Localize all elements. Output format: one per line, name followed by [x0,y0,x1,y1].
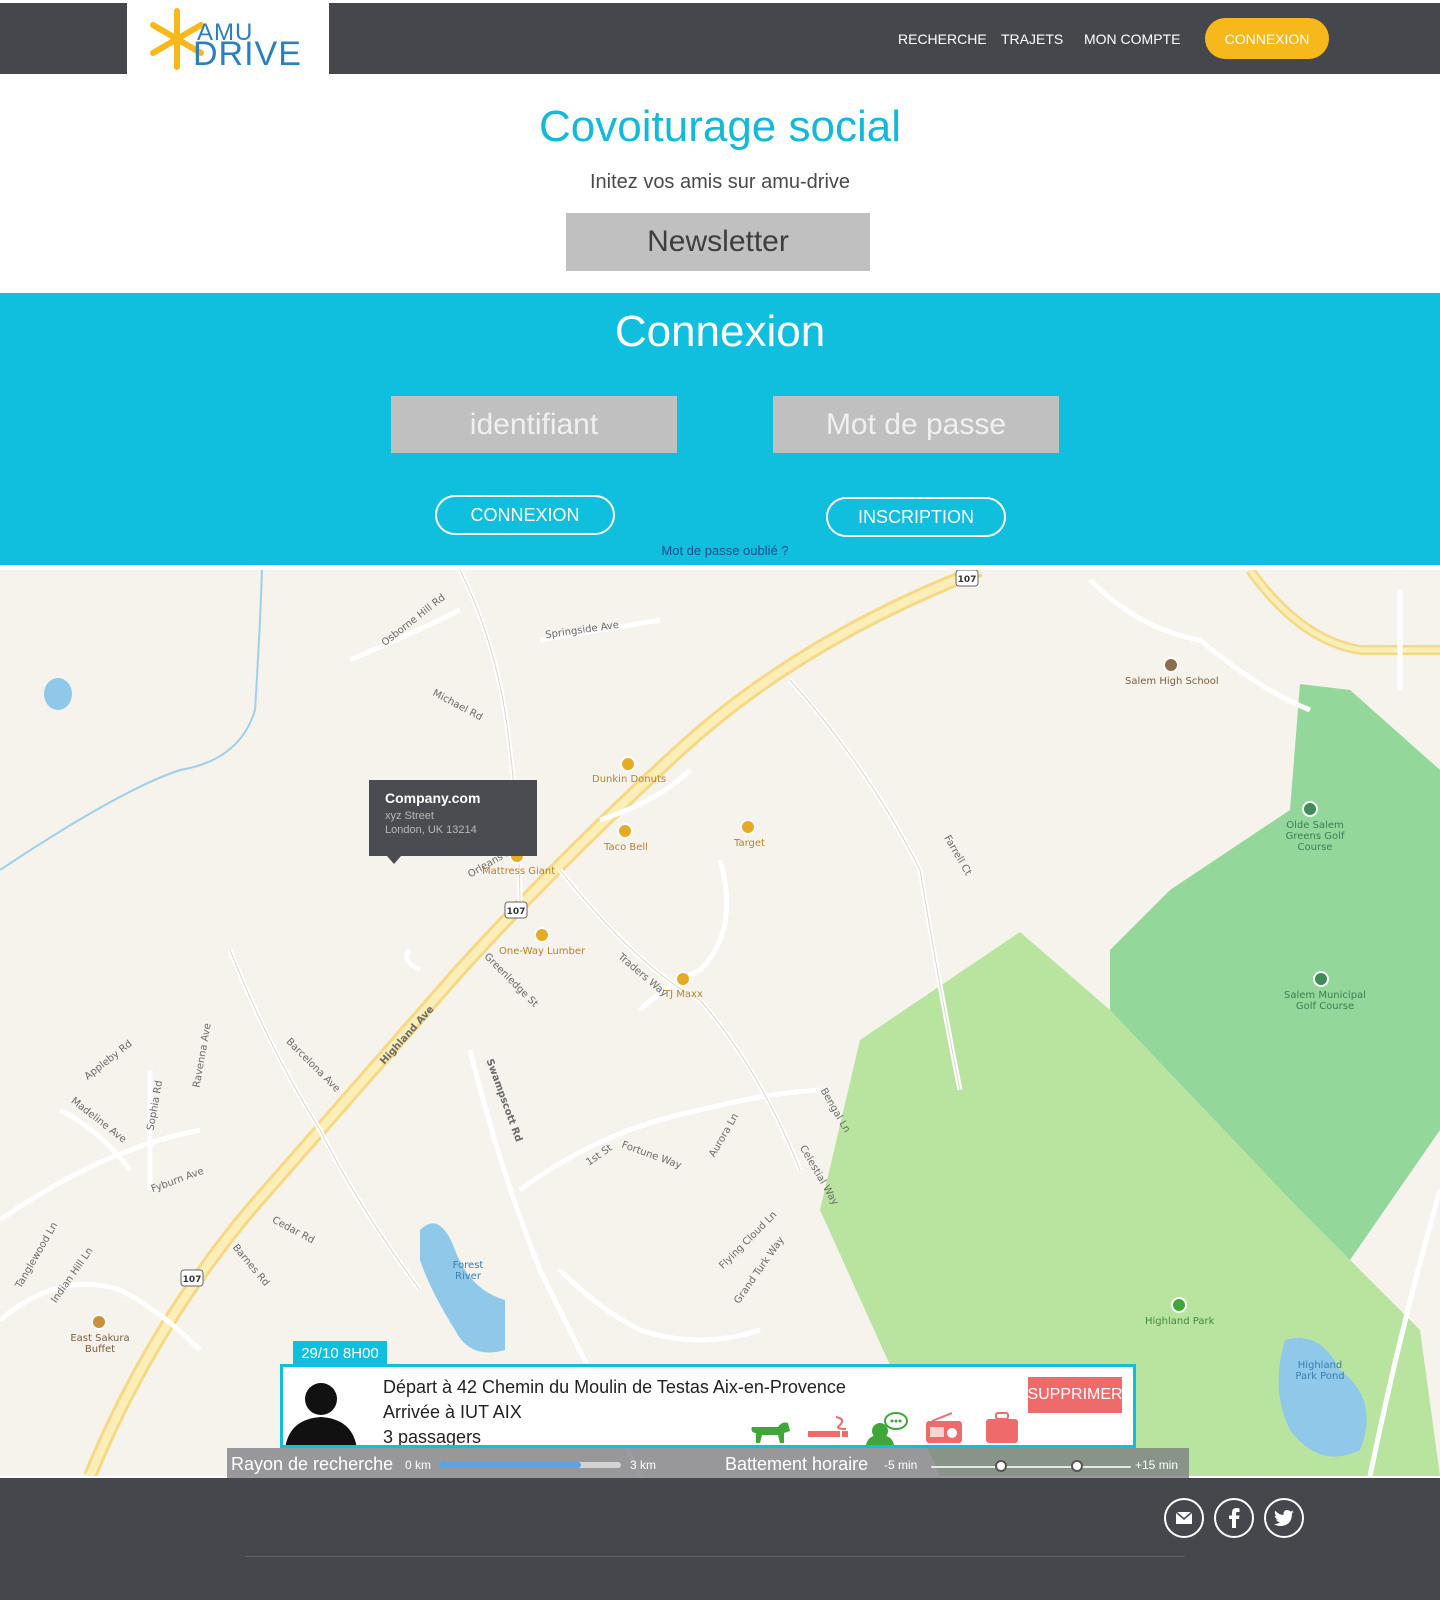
ride-date-badge: 29/10 8H00 [293,1341,387,1365]
nav-mon-compte[interactable]: MON COMPTE [1084,31,1180,47]
poi-label: Target [734,838,765,849]
shop-icon[interactable] [534,927,550,943]
radius-label: Rayon de recherche [231,1454,394,1474]
park-icon[interactable] [1171,1297,1187,1313]
ride-departure: Départ à 42 Chemin du Moulin de Testas A… [383,1377,846,1397]
identifier-field[interactable]: identifiant [391,396,677,453]
nav-connexion-button[interactable]: CONNEXION [1205,18,1329,59]
svg-text:107: 107 [183,1275,202,1285]
radius-slider-fill [439,1462,581,1468]
map[interactable]: 107 107 107 Highland Ave Swampscott Rd G… [0,570,1440,1476]
poi-label: One-Way Lumber [499,946,586,957]
twitter-icon[interactable] [1264,1498,1304,1538]
login-section: Connexion identifiant Mot de passe CONNE… [0,293,1440,565]
poi-label: Forest River [452,1260,484,1282]
animal-icon [751,1422,790,1443]
page-title: Covoiturage social [539,102,901,151]
time-window-low-handle[interactable] [995,1460,1007,1472]
user-avatar-icon [285,1383,357,1445]
mail-icon[interactable] [1164,1498,1204,1538]
restaurant-icon[interactable] [620,756,636,772]
nav-trajets[interactable]: TRAJETS [1001,31,1063,47]
radio-icon [926,1412,962,1443]
poi-label: Salem Municipal Golf Course [1284,990,1366,1012]
map-tooltip: Company.com xyz Street London, UK 13214 [369,780,537,864]
poi-label: Highland Park Pond [1295,1360,1345,1382]
luggage-icon [986,1412,1018,1443]
time-window-label: Battement horaire [725,1454,869,1474]
time-window-min-label: -5 min [884,1458,918,1472]
poi-label: Highland Park [1145,1316,1215,1327]
top-navbar: AMU DRIVE RECHERCHE TRAJETS MON COMPTE C… [0,3,1440,77]
password-field[interactable]: Mot de passe [773,396,1059,453]
poi-label: TJ Maxx [664,989,703,1000]
delete-ride-button[interactable]: SUPPRIMER [1027,1377,1123,1413]
time-window-max-label: +15 min [1135,1458,1179,1472]
footer [0,1478,1440,1600]
chat-icon [866,1412,908,1445]
school-icon[interactable] [1163,657,1179,673]
map-canvas: 107 107 107 [0,570,1440,1476]
inscription-button[interactable]: INSCRIPTION [826,497,1006,537]
shop-icon[interactable] [675,971,691,987]
poi-label: Olde Salem Greens Golf Course [1285,820,1345,853]
logo[interactable]: AMU DRIVE [127,3,329,77]
tooltip-title: Company.com [385,790,481,806]
restaurant-icon[interactable] [617,823,633,839]
logo-text-drive: DRIVE [193,35,302,73]
time-window-slider[interactable] [931,1460,1131,1472]
svg-text:107: 107 [507,907,526,917]
cigarette-icon [808,1416,848,1437]
svg-text:107: 107 [958,575,977,585]
shop-icon[interactable] [740,819,756,835]
radius-slider[interactable] [439,1462,621,1468]
golf-icon[interactable] [1313,971,1329,987]
restaurant-icon[interactable] [91,1314,107,1330]
search-filters-bar: Rayon de recherche 0 km 3 km Battement h… [227,1448,1189,1478]
forgot-password-link[interactable]: Mot de passe oublié ? [0,543,1440,558]
nav-recherche[interactable]: RECHERCHE [898,31,987,47]
facebook-icon[interactable] [1214,1498,1254,1538]
page-subtitle: Initez vos amis sur amu-drive [589,171,851,193]
login-title: Connexion [614,307,826,356]
tooltip-city: London, UK 13214 [385,824,477,836]
footer-divider [245,1556,1185,1557]
connexion-button[interactable]: CONNEXION [435,495,615,535]
poi-label: Taco Bell [604,842,648,853]
ride-preferences [748,1409,1024,1445]
tooltip-street: xyz Street [385,810,434,822]
poi-label: Salem High School [1125,676,1219,687]
time-window-high-handle[interactable] [1071,1460,1083,1472]
twitter-glyph [1274,1510,1294,1526]
radius-max-label: 3 km [630,1458,657,1472]
golf-icon[interactable] [1302,801,1318,817]
poi-label: Mattress Giant [482,866,556,877]
poi-label: East Sakura Buffet [70,1333,130,1355]
ride-card[interactable]: Départ à 42 Chemin du Moulin de Testas A… [280,1364,1136,1448]
facebook-glyph [1229,1508,1240,1528]
radius-min-label: 0 km [405,1458,432,1472]
poi-label: Dunkin Donuts [592,774,667,785]
newsletter-button[interactable]: Newsletter [566,213,870,271]
mail-glyph [1175,1511,1193,1524]
